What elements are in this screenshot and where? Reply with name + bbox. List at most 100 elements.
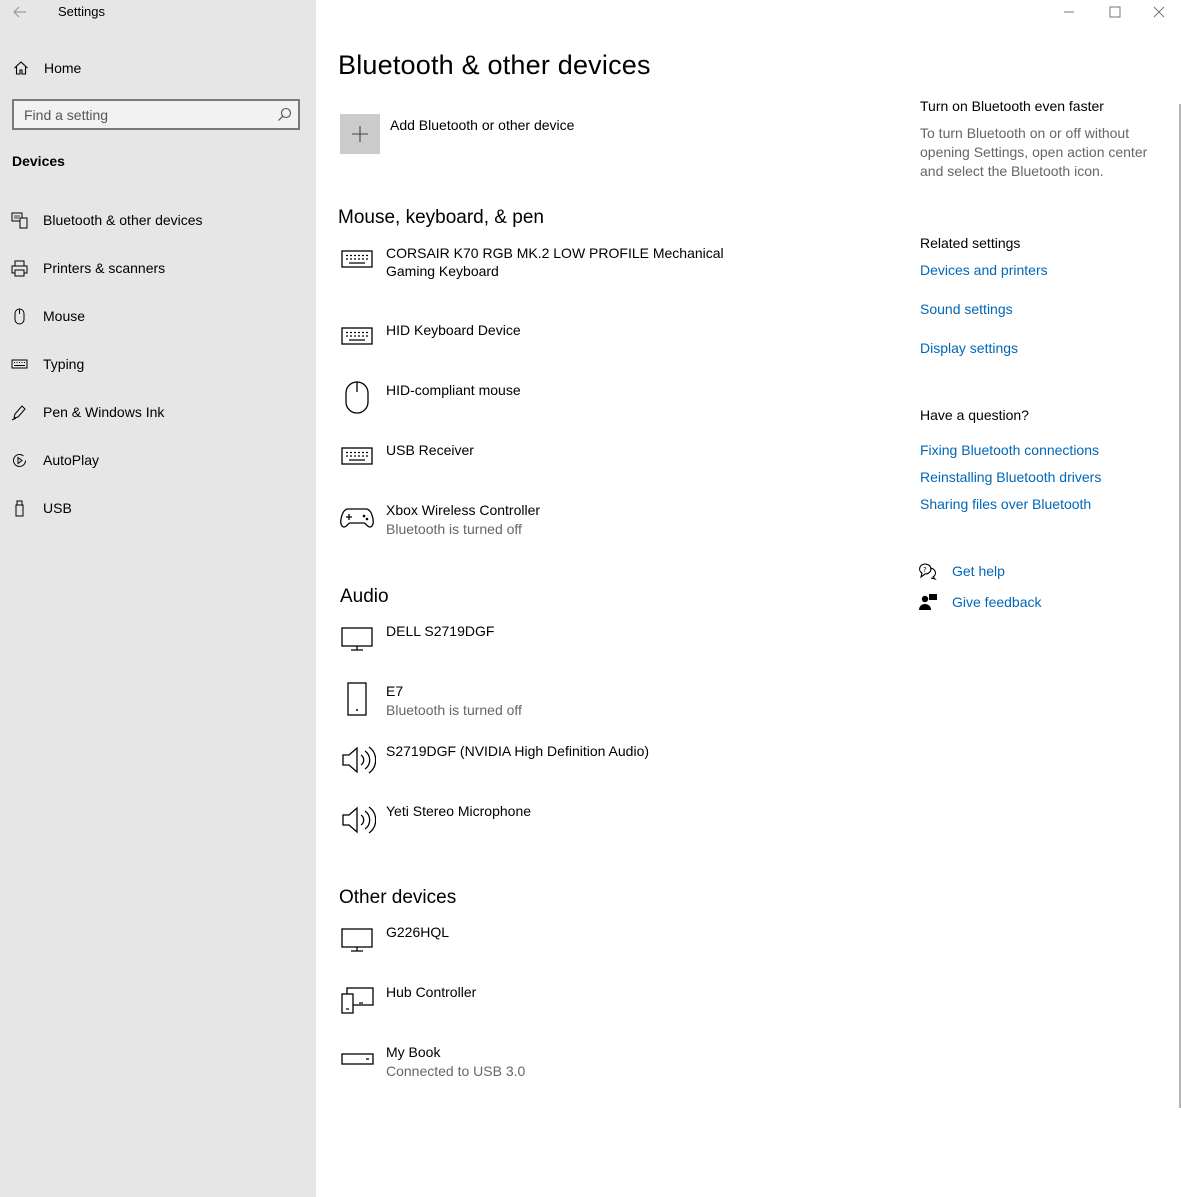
keyboard-icon	[341, 250, 373, 268]
bluetooth-devices-icon	[11, 212, 28, 229]
sidebar-item-usb[interactable]: USB	[0, 488, 316, 528]
device-item[interactable]: Hub Controller	[340, 983, 860, 1033]
devices-icon	[341, 987, 374, 1014]
gamepad-icon	[340, 508, 374, 528]
device-item[interactable]: S2719DGF (NVIDIA High Definition Audio)	[340, 742, 860, 792]
usb-icon	[15, 500, 24, 517]
sidebar-item-label: AutoPlay	[43, 452, 100, 468]
plus-box	[340, 114, 380, 154]
device-name: Hub Controller	[386, 984, 477, 1000]
device-item[interactable]: G226HQL	[340, 923, 860, 973]
link-fixing-bluetooth[interactable]: Fixing Bluetooth connections	[920, 442, 1099, 458]
plus-icon	[352, 126, 368, 142]
monitor-icon	[341, 627, 373, 651]
sidebar-item-label: USB	[43, 500, 72, 516]
search-icon[interactable]	[277, 107, 292, 122]
device-name: My Book	[386, 1044, 441, 1060]
sidebar: Settings Home Devices Bluetooth & other …	[0, 0, 316, 1197]
device-item[interactable]: HID Keyboard Device	[340, 321, 860, 371]
page-title: Bluetooth & other devices	[338, 50, 651, 80]
monitor-icon	[341, 928, 373, 952]
device-name: Yeti Stereo Microphone	[386, 803, 532, 819]
device-status: Bluetooth is turned off	[386, 702, 522, 718]
question-title: Have a question?	[920, 407, 1029, 423]
sidebar-item-mouse[interactable]: Mouse	[0, 296, 316, 336]
keyboard-icon	[341, 447, 373, 465]
app-title: Settings	[58, 4, 105, 19]
maximize-button[interactable]	[1092, 0, 1138, 24]
sidebar-item-autoplay[interactable]: AutoPlay	[0, 440, 316, 480]
device-name: Xbox Wireless Controller	[386, 502, 541, 518]
svg-text:?: ?	[923, 566, 927, 574]
device-status: Bluetooth is turned off	[386, 521, 522, 537]
device-name: E7	[386, 683, 404, 699]
minimize-button[interactable]	[1046, 0, 1092, 24]
search-input[interactable]	[24, 106, 264, 124]
group-title-input-devices: Mouse, keyboard, & pen	[338, 207, 544, 228]
tip-text: To turn Bluetooth on or off without open…	[920, 125, 1148, 179]
device-item[interactable]: Xbox Wireless Controller Bluetooth is tu…	[340, 501, 860, 551]
feedback-icon	[919, 594, 937, 610]
sidebar-item-printers[interactable]: Printers & scanners	[0, 248, 316, 288]
chat-help-icon: ?	[919, 563, 937, 580]
device-name: DELL S2719DGF	[386, 623, 495, 639]
give-feedback-link[interactable]: Give feedback	[918, 593, 1118, 613]
sidebar-section-title: Devices	[12, 153, 65, 169]
related-settings-title: Related settings	[920, 235, 1021, 251]
device-name: HID Keyboard Device	[386, 322, 521, 338]
sidebar-item-label: Pen & Windows Ink	[43, 404, 165, 420]
minimize-icon	[1064, 11, 1074, 13]
sidebar-home[interactable]: Home	[0, 52, 316, 84]
speaker-icon	[342, 746, 376, 774]
pen-icon	[11, 405, 26, 421]
sidebar-item-label: Bluetooth & other devices	[43, 212, 203, 228]
sidebar-item-pen[interactable]: Pen & Windows Ink	[0, 392, 316, 432]
device-item[interactable]: HID-compliant mouse	[340, 381, 860, 431]
link-devices-and-printers[interactable]: Devices and printers	[920, 262, 1048, 278]
device-name: USB Receiver	[386, 442, 474, 458]
sidebar-item-label: Mouse	[43, 308, 86, 324]
get-help-label: Get help	[952, 563, 1005, 579]
close-button[interactable]	[1136, 0, 1181, 24]
get-help-link[interactable]: ? Get help	[918, 562, 1118, 582]
link-sound-settings[interactable]: Sound settings	[920, 301, 1013, 317]
back-arrow-icon	[13, 6, 26, 18]
add-device-button[interactable]: Add Bluetooth or other device	[340, 114, 740, 154]
device-name: CORSAIR K70 RGB MK.2 LOW PROFILE Mechani…	[386, 245, 724, 279]
device-name: G226HQL	[386, 924, 450, 940]
sidebar-item-bluetooth[interactable]: Bluetooth & other devices	[0, 200, 316, 240]
keyboard-icon	[341, 327, 373, 345]
titlebar: Settings	[0, 0, 316, 24]
tip-title: Turn on Bluetooth even faster	[920, 98, 1104, 114]
maximize-icon	[1109, 6, 1121, 18]
give-feedback-label: Give feedback	[952, 594, 1042, 610]
device-name: S2719DGF (NVIDIA High Definition Audio)	[386, 743, 650, 759]
device-item[interactable]: CORSAIR K70 RGB MK.2 LOW PROFILE Mechani…	[340, 244, 860, 294]
sidebar-item-typing[interactable]: Typing	[0, 344, 316, 384]
group-title-audio: Audio	[340, 586, 389, 607]
link-sharing-files[interactable]: Sharing files over Bluetooth	[920, 496, 1091, 512]
link-reinstalling-drivers[interactable]: Reinstalling Bluetooth drivers	[920, 469, 1101, 485]
phone-icon	[347, 682, 367, 716]
back-button[interactable]	[10, 2, 30, 22]
device-status: Connected to USB 3.0	[386, 1063, 526, 1079]
device-item[interactable]: DELL S2719DGF	[340, 622, 860, 672]
add-device-label: Add Bluetooth or other device	[390, 117, 575, 133]
sidebar-item-label: Typing	[43, 356, 85, 372]
drive-icon	[341, 1053, 374, 1065]
keyboard-icon	[11, 359, 28, 369]
close-icon	[1153, 6, 1165, 18]
speaker-icon	[342, 806, 376, 834]
device-item[interactable]: E7 Bluetooth is turned off	[340, 682, 860, 732]
sidebar-home-label: Home	[44, 60, 82, 76]
home-icon	[14, 61, 28, 75]
device-name: HID-compliant mouse	[386, 382, 521, 398]
device-item[interactable]: Yeti Stereo Microphone	[340, 802, 860, 852]
device-item[interactable]: My Book Connected to USB 3.0	[340, 1043, 860, 1093]
search-box[interactable]	[12, 99, 300, 130]
group-title-other-devices: Other devices	[339, 887, 457, 908]
mouse-icon	[14, 308, 25, 325]
device-item[interactable]: USB Receiver	[340, 441, 860, 491]
autoplay-icon	[13, 453, 26, 467]
link-display-settings[interactable]: Display settings	[920, 340, 1018, 356]
